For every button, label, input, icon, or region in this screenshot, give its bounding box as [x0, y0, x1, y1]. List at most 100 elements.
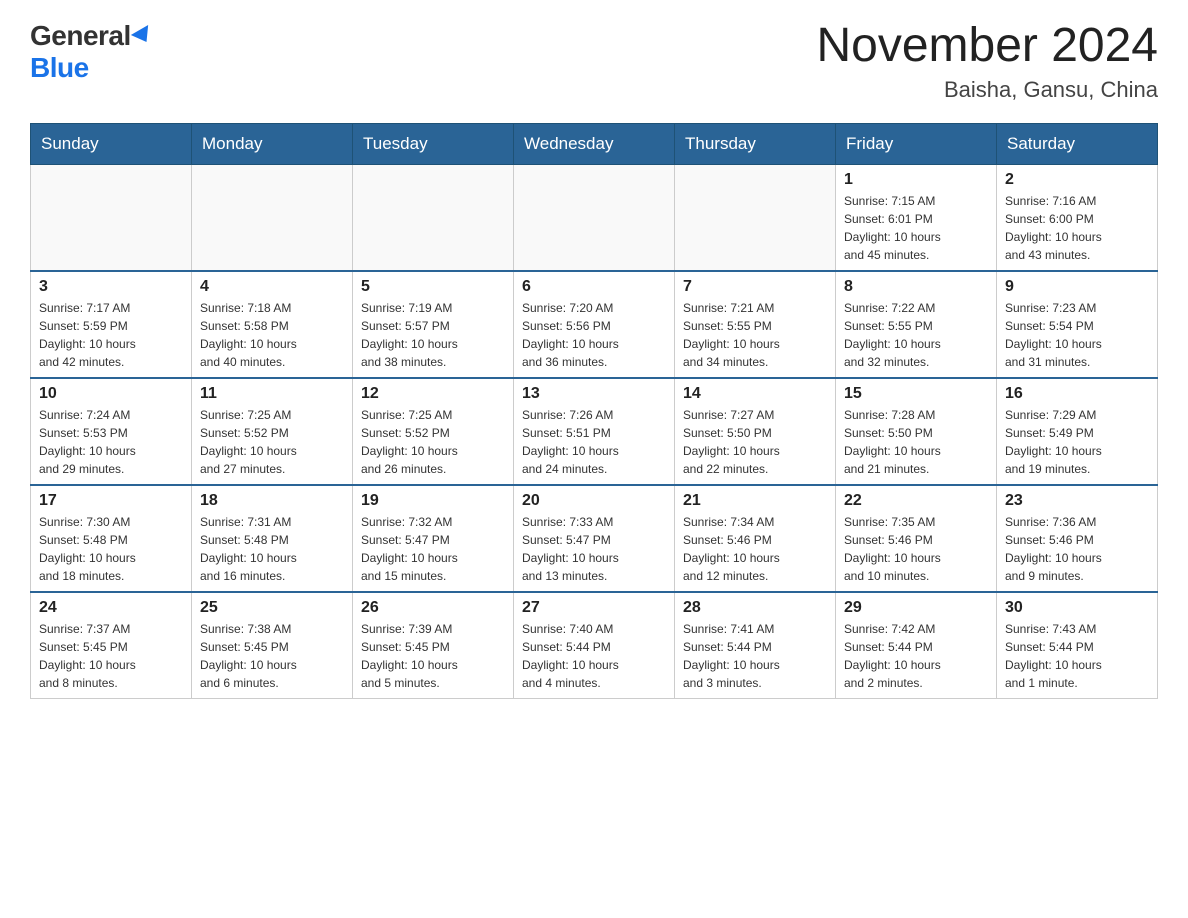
day-number: 16: [1005, 385, 1149, 403]
calendar-cell: [353, 164, 514, 271]
day-info: Sunrise: 7:20 AMSunset: 5:56 PMDaylight:…: [522, 299, 666, 371]
calendar-week-1: 1Sunrise: 7:15 AMSunset: 6:01 PMDaylight…: [31, 164, 1158, 271]
day-number: 27: [522, 599, 666, 617]
day-number: 6: [522, 278, 666, 296]
col-sunday: Sunday: [31, 123, 192, 164]
day-number: 3: [39, 278, 183, 296]
calendar-cell: 21Sunrise: 7:34 AMSunset: 5:46 PMDayligh…: [675, 485, 836, 592]
calendar-cell: 14 Sunrise: 7:27 AMSunset: 5:50 PMDayligh…: [675, 378, 836, 485]
calendar-cell: 7 Sunrise: 7:21 AMSunset: 5:55 PMDaylight…: [675, 271, 836, 378]
day-number: 8: [844, 278, 988, 296]
day-number: 5: [361, 278, 505, 296]
day-info: Sunrise: 7:17 AMSunset: 5:59 PMDaylight:…: [39, 299, 183, 371]
day-number: 25: [200, 599, 344, 617]
day-number: 18: [200, 492, 344, 510]
calendar-cell: 15Sunrise: 7:28 AMSunset: 5:50 PMDayligh…: [836, 378, 997, 485]
calendar-cell: 17 Sunrise: 7:30 AMSunset: 5:48 PMDayligh…: [31, 485, 192, 592]
day-info: Sunrise: 7:33 AMSunset: 5:47 PMDaylight:…: [522, 513, 666, 585]
page-header: General Blue November 2024 Baisha, Gansu…: [30, 20, 1158, 103]
calendar-cell: 16Sunrise: 7:29 AMSunset: 5:49 PMDayligh…: [997, 378, 1158, 485]
logo-blue-text: Blue: [30, 52, 89, 84]
day-info: Sunrise: 7:21 AMSunset: 5:55 PMDaylight:…: [683, 299, 827, 371]
day-info: Sunrise: 7:35 AMSunset: 5:46 PMDaylight:…: [844, 513, 988, 585]
calendar-table: Sunday Monday Tuesday Wednesday Thursday…: [30, 123, 1158, 699]
calendar-cell: 9 Sunrise: 7:23 AMSunset: 5:54 PMDaylight…: [997, 271, 1158, 378]
day-info: Sunrise: 7:28 AMSunset: 5:50 PMDaylight:…: [844, 406, 988, 478]
calendar-subtitle: Baisha, Gansu, China: [816, 77, 1158, 103]
day-number: 22: [844, 492, 988, 510]
day-number: 9: [1005, 278, 1149, 296]
day-info: Sunrise: 7:27 AMSunset: 5:50 PMDaylight:…: [683, 406, 827, 478]
calendar-cell: 10Sunrise: 7:24 AMSunset: 5:53 PMDayligh…: [31, 378, 192, 485]
calendar-cell: 28 Sunrise: 7:41 AMSunset: 5:44 PMDayligh…: [675, 592, 836, 699]
calendar-cell: 11 Sunrise: 7:25 AMSunset: 5:52 PMDayligh…: [192, 378, 353, 485]
calendar-cell: 4Sunrise: 7:18 AMSunset: 5:58 PMDaylight…: [192, 271, 353, 378]
day-number: 11: [200, 385, 344, 403]
calendar-cell: 23Sunrise: 7:36 AMSunset: 5:46 PMDayligh…: [997, 485, 1158, 592]
day-number: 13: [522, 385, 666, 403]
day-number: 4: [200, 278, 344, 296]
day-info: Sunrise: 7:26 AMSunset: 5:51 PMDaylight:…: [522, 406, 666, 478]
day-info: Sunrise: 7:37 AMSunset: 5:45 PMDaylight:…: [39, 620, 183, 692]
calendar-cell: [514, 164, 675, 271]
day-info: Sunrise: 7:36 AMSunset: 5:46 PMDaylight:…: [1005, 513, 1149, 585]
day-info: Sunrise: 7:25 AMSunset: 5:52 PMDaylight:…: [361, 406, 505, 478]
day-info: Sunrise: 7:32 AMSunset: 5:47 PMDaylight:…: [361, 513, 505, 585]
col-monday: Monday: [192, 123, 353, 164]
logo-triangle-icon: [131, 25, 155, 47]
calendar-week-2: 3 Sunrise: 7:17 AMSunset: 5:59 PMDaylight…: [31, 271, 1158, 378]
day-number: 21: [683, 492, 827, 510]
day-number: 17: [39, 492, 183, 510]
calendar-cell: 29 Sunrise: 7:42 AMSunset: 5:44 PMDayligh…: [836, 592, 997, 699]
day-number: 28: [683, 599, 827, 617]
calendar-cell: [31, 164, 192, 271]
calendar-body: 1Sunrise: 7:15 AMSunset: 6:01 PMDaylight…: [31, 164, 1158, 698]
calendar-cell: 22 Sunrise: 7:35 AMSunset: 5:46 PMDayligh…: [836, 485, 997, 592]
day-info: Sunrise: 7:39 AMSunset: 5:45 PMDaylight:…: [361, 620, 505, 692]
title-block: November 2024 Baisha, Gansu, China: [816, 20, 1158, 103]
calendar-cell: 3 Sunrise: 7:17 AMSunset: 5:59 PMDaylight…: [31, 271, 192, 378]
calendar-cell: 1Sunrise: 7:15 AMSunset: 6:01 PMDaylight…: [836, 164, 997, 271]
calendar-cell: 24 Sunrise: 7:37 AMSunset: 5:45 PMDayligh…: [31, 592, 192, 699]
col-thursday: Thursday: [675, 123, 836, 164]
day-number: 14: [683, 385, 827, 403]
calendar-cell: 12Sunrise: 7:25 AMSunset: 5:52 PMDayligh…: [353, 378, 514, 485]
day-info: Sunrise: 7:23 AMSunset: 5:54 PMDaylight:…: [1005, 299, 1149, 371]
day-info: Sunrise: 7:30 AMSunset: 5:48 PMDaylight:…: [39, 513, 183, 585]
calendar-cell: 30Sunrise: 7:43 AMSunset: 5:44 PMDayligh…: [997, 592, 1158, 699]
day-number: 24: [39, 599, 183, 617]
calendar-header: Sunday Monday Tuesday Wednesday Thursday…: [31, 123, 1158, 164]
day-info: Sunrise: 7:19 AMSunset: 5:57 PMDaylight:…: [361, 299, 505, 371]
day-info: Sunrise: 7:42 AMSunset: 5:44 PMDaylight:…: [844, 620, 988, 692]
calendar-cell: 25Sunrise: 7:38 AMSunset: 5:45 PMDayligh…: [192, 592, 353, 699]
header-row: Sunday Monday Tuesday Wednesday Thursday…: [31, 123, 1158, 164]
calendar-cell: 26 Sunrise: 7:39 AMSunset: 5:45 PMDayligh…: [353, 592, 514, 699]
day-number: 30: [1005, 599, 1149, 617]
col-tuesday: Tuesday: [353, 123, 514, 164]
calendar-cell: [192, 164, 353, 271]
day-number: 2: [1005, 171, 1149, 189]
day-info: Sunrise: 7:22 AMSunset: 5:55 PMDaylight:…: [844, 299, 988, 371]
day-number: 20: [522, 492, 666, 510]
day-number: 26: [361, 599, 505, 617]
day-number: 29: [844, 599, 988, 617]
calendar-week-3: 10Sunrise: 7:24 AMSunset: 5:53 PMDayligh…: [31, 378, 1158, 485]
logo-general-text: General: [30, 20, 131, 52]
day-number: 7: [683, 278, 827, 296]
day-info: Sunrise: 7:41 AMSunset: 5:44 PMDaylight:…: [683, 620, 827, 692]
calendar-cell: 6 Sunrise: 7:20 AMSunset: 5:56 PMDaylight…: [514, 271, 675, 378]
calendar-cell: 27 Sunrise: 7:40 AMSunset: 5:44 PMDayligh…: [514, 592, 675, 699]
day-info: Sunrise: 7:40 AMSunset: 5:44 PMDaylight:…: [522, 620, 666, 692]
day-info: Sunrise: 7:24 AMSunset: 5:53 PMDaylight:…: [39, 406, 183, 478]
col-wednesday: Wednesday: [514, 123, 675, 164]
calendar-cell: 2 Sunrise: 7:16 AMSunset: 6:00 PMDaylight…: [997, 164, 1158, 271]
col-saturday: Saturday: [997, 123, 1158, 164]
calendar-cell: [675, 164, 836, 271]
calendar-cell: 13 Sunrise: 7:26 AMSunset: 5:51 PMDayligh…: [514, 378, 675, 485]
logo: General Blue: [30, 20, 153, 84]
day-info: Sunrise: 7:25 AMSunset: 5:52 PMDaylight:…: [200, 406, 344, 478]
calendar-title: November 2024: [816, 20, 1158, 73]
day-info: Sunrise: 7:16 AMSunset: 6:00 PMDaylight:…: [1005, 192, 1149, 264]
calendar-cell: 19Sunrise: 7:32 AMSunset: 5:47 PMDayligh…: [353, 485, 514, 592]
day-info: Sunrise: 7:31 AMSunset: 5:48 PMDaylight:…: [200, 513, 344, 585]
